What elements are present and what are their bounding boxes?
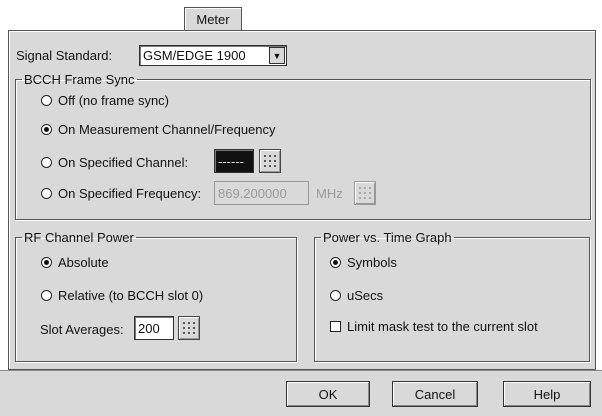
radio-bcch-off[interactable]: Off (no frame sync) xyxy=(41,93,169,108)
signal-standard-select[interactable]: GSM/EDGE 1900 ▼ xyxy=(139,45,287,66)
help-button-label: Help xyxy=(533,386,561,402)
tab-strip xyxy=(0,0,602,31)
radio-bcch-on-measurement[interactable]: On Measurement Channel/Frequency xyxy=(41,122,276,137)
radio-bcch-on-channel[interactable]: On Specified Channel: xyxy=(41,155,188,170)
channel-keypad-button[interactable] xyxy=(259,149,281,173)
bcch-frame-sync-title: BCCH Frame Sync xyxy=(24,72,135,87)
power-vs-time-title: Power vs. Time Graph xyxy=(323,230,452,245)
slot-averages-field[interactable]: 200 xyxy=(134,316,174,340)
radio-indicator-selected xyxy=(330,257,341,268)
radio-indicator xyxy=(330,290,341,301)
signal-standard-value: GSM/EDGE 1900 xyxy=(143,48,246,63)
slot-averages-label: Slot Averages: xyxy=(40,322,124,337)
help-button[interactable]: Help xyxy=(503,381,591,407)
radio-rf-absolute[interactable]: Absolute xyxy=(41,255,109,270)
radio-rf-relative-label: Relative (to BCCH slot 0) xyxy=(58,288,204,303)
cancel-button-label: Cancel xyxy=(414,386,456,402)
frequency-field[interactable]: 869.200000 xyxy=(214,181,309,205)
limit-mask-checkbox[interactable]: Limit mask test to the current slot xyxy=(330,319,538,334)
radio-pvt-symbols-label: Symbols xyxy=(347,255,397,270)
slot-averages-keypad-button[interactable] xyxy=(178,316,200,340)
radio-indicator-selected xyxy=(41,257,52,268)
tab-meter-label: Meter xyxy=(196,12,230,27)
radio-indicator-selected xyxy=(41,124,52,135)
signal-standard-label: Signal Standard: xyxy=(16,48,113,63)
radio-bcch-on-channel-label: On Specified Channel: xyxy=(58,155,189,170)
channel-value: ------ xyxy=(218,154,244,169)
radio-bcch-on-measurement-label: On Measurement Channel/Frequency xyxy=(58,122,276,137)
radio-pvt-usecs-label: uSecs xyxy=(347,288,384,303)
keypad-icon xyxy=(183,322,195,334)
limit-mask-label: Limit mask test to the current slot xyxy=(347,319,538,334)
keypad-icon xyxy=(264,155,276,167)
slot-averages-value: 200 xyxy=(138,321,160,336)
keypad-icon xyxy=(359,187,371,199)
radio-pvt-symbols[interactable]: Symbols xyxy=(330,255,397,270)
ok-button[interactable]: OK xyxy=(286,381,370,407)
frequency-value: 869.200000 xyxy=(218,186,287,201)
ok-button-label: OK xyxy=(318,386,338,402)
tab-meter[interactable]: Meter xyxy=(184,7,242,31)
channel-field[interactable]: ------ xyxy=(214,149,254,173)
radio-bcch-off-label: Off (no frame sync) xyxy=(58,93,170,108)
rf-channel-power-title: RF Channel Power xyxy=(24,230,134,245)
radio-indicator xyxy=(41,188,52,199)
radio-pvt-usecs[interactable]: uSecs xyxy=(330,288,383,303)
radio-bcch-on-frequency-label: On Specified Frequency: xyxy=(58,186,202,201)
chevron-down-icon[interactable]: ▼ xyxy=(269,47,285,64)
radio-rf-absolute-label: Absolute xyxy=(58,255,109,270)
frequency-unit: MHz xyxy=(316,186,343,201)
radio-rf-relative[interactable]: Relative (to BCCH slot 0) xyxy=(41,288,203,303)
radio-bcch-on-frequency[interactable]: On Specified Frequency: xyxy=(41,186,201,201)
radio-indicator xyxy=(41,95,52,106)
radio-indicator xyxy=(41,290,52,301)
cancel-button[interactable]: Cancel xyxy=(392,381,478,407)
radio-indicator xyxy=(41,157,52,168)
checkbox-indicator xyxy=(330,321,341,332)
frequency-keypad-button[interactable] xyxy=(354,181,376,205)
